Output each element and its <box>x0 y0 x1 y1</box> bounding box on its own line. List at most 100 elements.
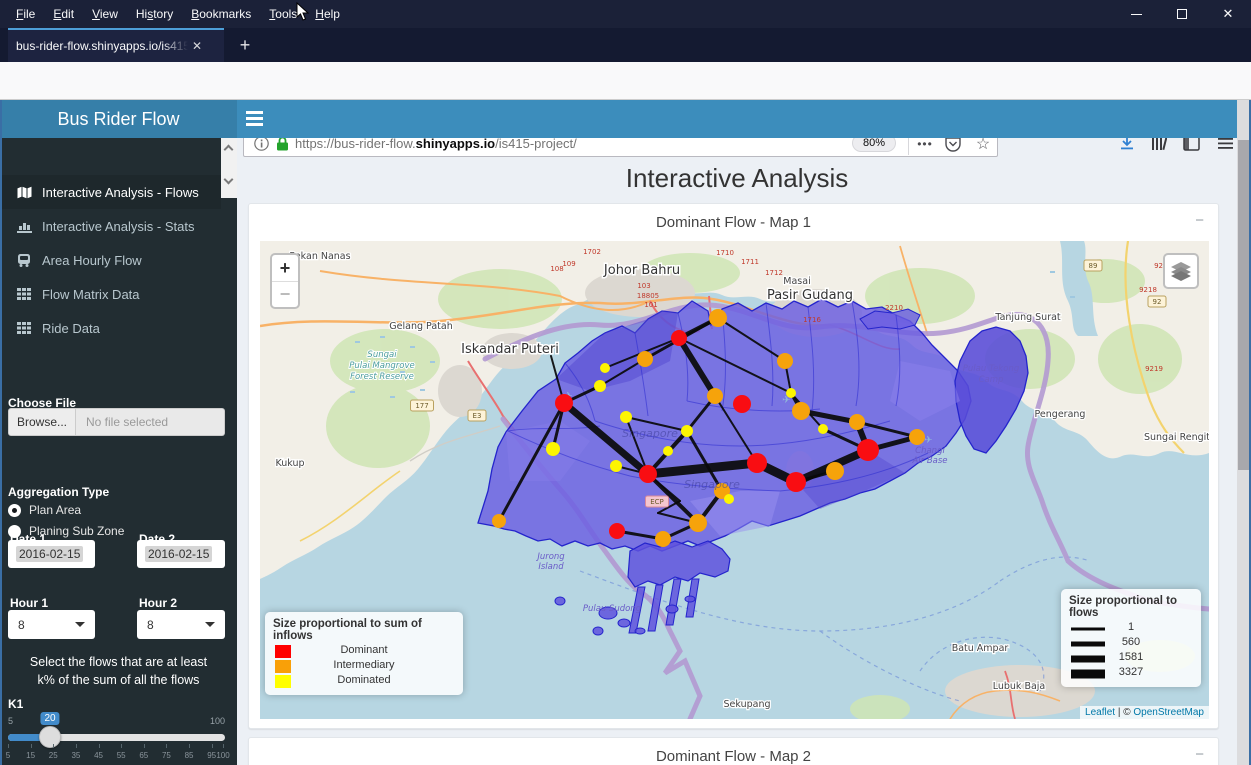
slider-tick-label: 55 <box>117 751 126 760</box>
scroll-down-icon[interactable] <box>224 175 234 185</box>
legend-label: 3327 <box>1119 666 1143 678</box>
sidebar-menu: Interactive Analysis - Flows Interactive… <box>0 175 221 345</box>
hour1-value: 8 <box>18 618 25 632</box>
maximize-icon <box>1177 9 1187 19</box>
slider-handle[interactable] <box>39 726 61 748</box>
map-label: 1702 <box>583 248 601 256</box>
map-label: Changi <box>915 446 945 456</box>
flow-node <box>681 425 693 437</box>
map-label: Camp <box>979 375 1004 385</box>
legend-row: Intermediary <box>273 659 455 674</box>
menu-bookmarks[interactable]: Bookmarks <box>183 3 259 25</box>
legend-label: 1581 <box>1119 651 1143 663</box>
legend-label: Dominant <box>340 644 387 656</box>
sidebar-item-ride-data[interactable]: Ride Data <box>0 311 221 345</box>
hour1-select[interactable]: 8 <box>8 610 95 639</box>
sidebar-item-label: Interactive Analysis - Flows <box>42 185 199 200</box>
window-minimize-button[interactable] <box>1113 0 1159 28</box>
window-maximize-button[interactable] <box>1159 0 1205 28</box>
map-label: Sungai Rengit <box>1144 432 1209 443</box>
scroll-up-icon[interactable] <box>224 145 234 155</box>
map-label: Johor Bahru <box>603 263 680 278</box>
legend-color-swatch <box>275 660 291 673</box>
map-label: Jurong <box>535 552 565 562</box>
slider-max: 100 <box>210 716 225 726</box>
window-close-button[interactable]: ✕ <box>1205 0 1251 28</box>
date1-input[interactable]: 2016-02-15 <box>8 540 95 568</box>
map-label: Batu Ampar <box>952 643 1009 654</box>
map-label: Singapore <box>622 427 678 440</box>
slider-tick-label: 25 <box>49 751 58 760</box>
window-border-left <box>0 100 2 765</box>
browser-tab[interactable]: bus-rider-flow.shinyapps.io/is415-p ✕ <box>8 28 224 62</box>
zoom-in-button[interactable]: + <box>272 255 298 281</box>
map-label: Singapore <box>684 478 740 491</box>
map2-panel: Dominant Flow - Map 2 − <box>248 737 1219 765</box>
legend-label: Dominated <box>337 674 390 686</box>
menu-help[interactable]: Help <box>307 3 348 25</box>
map-label: 101 <box>644 301 657 309</box>
sidebar-item-interactive-analysis-flows[interactable]: Interactive Analysis - Flows <box>0 175 221 209</box>
browse-button[interactable]: Browse... <box>8 408 76 436</box>
flow-node <box>724 494 734 504</box>
zoom-out-button[interactable]: − <box>272 281 298 307</box>
map-label: Lubuk Baja <box>993 681 1046 692</box>
mouse-cursor <box>296 2 310 22</box>
radio-selected-icon <box>8 504 21 517</box>
sidebar-item-interactive-analysis-stats[interactable]: Interactive Analysis - Stats <box>0 209 221 243</box>
date2-input[interactable]: 2016-02-15 <box>137 540 225 568</box>
slider-tick <box>189 744 190 748</box>
legend-line-swatch <box>1071 627 1105 630</box>
map-icon <box>16 186 32 199</box>
legend-label: 560 <box>1122 636 1140 648</box>
menu-file[interactable]: File <box>8 3 43 25</box>
flow-node <box>655 531 671 547</box>
hour1-label: Hour 1 <box>10 596 48 610</box>
map-label: 9219 <box>1145 365 1163 373</box>
flow-node <box>663 446 673 456</box>
flow-node <box>620 411 632 423</box>
tab-close-icon[interactable]: ✕ <box>192 39 202 53</box>
slider-tick <box>223 744 224 748</box>
legend-row: 1581 <box>1069 651 1193 666</box>
app-brand[interactable]: Bus Rider Flow <box>0 100 237 138</box>
sidebar-scrollbar[interactable] <box>221 138 237 198</box>
menu-edit[interactable]: Edit <box>45 3 82 25</box>
flow-node <box>826 462 844 480</box>
close-icon: ✕ <box>1223 6 1234 22</box>
tab-title: bus-rider-flow.shinyapps.io/is415-p <box>16 39 188 53</box>
slider-track[interactable] <box>8 734 225 741</box>
slider-tick-label: 65 <box>139 751 148 760</box>
flow-node <box>792 402 810 420</box>
sidebar-item-area-hourly-flow[interactable]: Area Hourly Flow <box>0 243 221 277</box>
legend-label: Intermediary <box>333 659 394 671</box>
map2-collapse-button[interactable]: − <box>1195 746 1204 763</box>
map-zoom-control: + − <box>270 253 300 309</box>
layers-control[interactable] <box>1163 253 1199 289</box>
leaflet-link[interactable]: Leaflet <box>1085 707 1115 718</box>
menu-history[interactable]: History <box>128 3 181 25</box>
file-name-field[interactable]: No file selected <box>76 408 225 436</box>
sidebar-toggle-button[interactable] <box>246 111 263 126</box>
osm-link[interactable]: OpenStreetMap <box>1133 707 1204 718</box>
radio-label: Plan Area <box>29 503 81 517</box>
hour2-select[interactable]: 8 <box>137 610 225 639</box>
legend-row: 1 <box>1069 621 1193 636</box>
menu-view[interactable]: View <box>84 3 126 25</box>
legend-row: 3327 <box>1069 666 1193 681</box>
radio-plan-area[interactable]: Plan Area <box>8 503 81 517</box>
map1-collapse-button[interactable]: − <box>1195 212 1204 229</box>
bar-chart-icon <box>16 220 32 233</box>
slider-tick <box>31 744 32 748</box>
flows-legend: Size proportional to flows 156015813327 <box>1061 589 1201 687</box>
sidebar-item-flow-matrix-data[interactable]: Flow Matrix Data <box>0 277 221 311</box>
flow-node <box>849 414 865 430</box>
flow-node <box>707 388 723 404</box>
slider-tick <box>99 744 100 748</box>
pocket-glyph <box>945 137 961 152</box>
flow-node <box>637 351 653 367</box>
map-label: 9218 <box>1139 286 1157 294</box>
leaflet-map[interactable]: ✈✈✈ 9289177E3ECP Pekan NanasJohor BahruM… <box>260 241 1209 719</box>
map-label: Kukup <box>275 458 304 469</box>
new-tab-button[interactable]: + <box>232 33 258 59</box>
